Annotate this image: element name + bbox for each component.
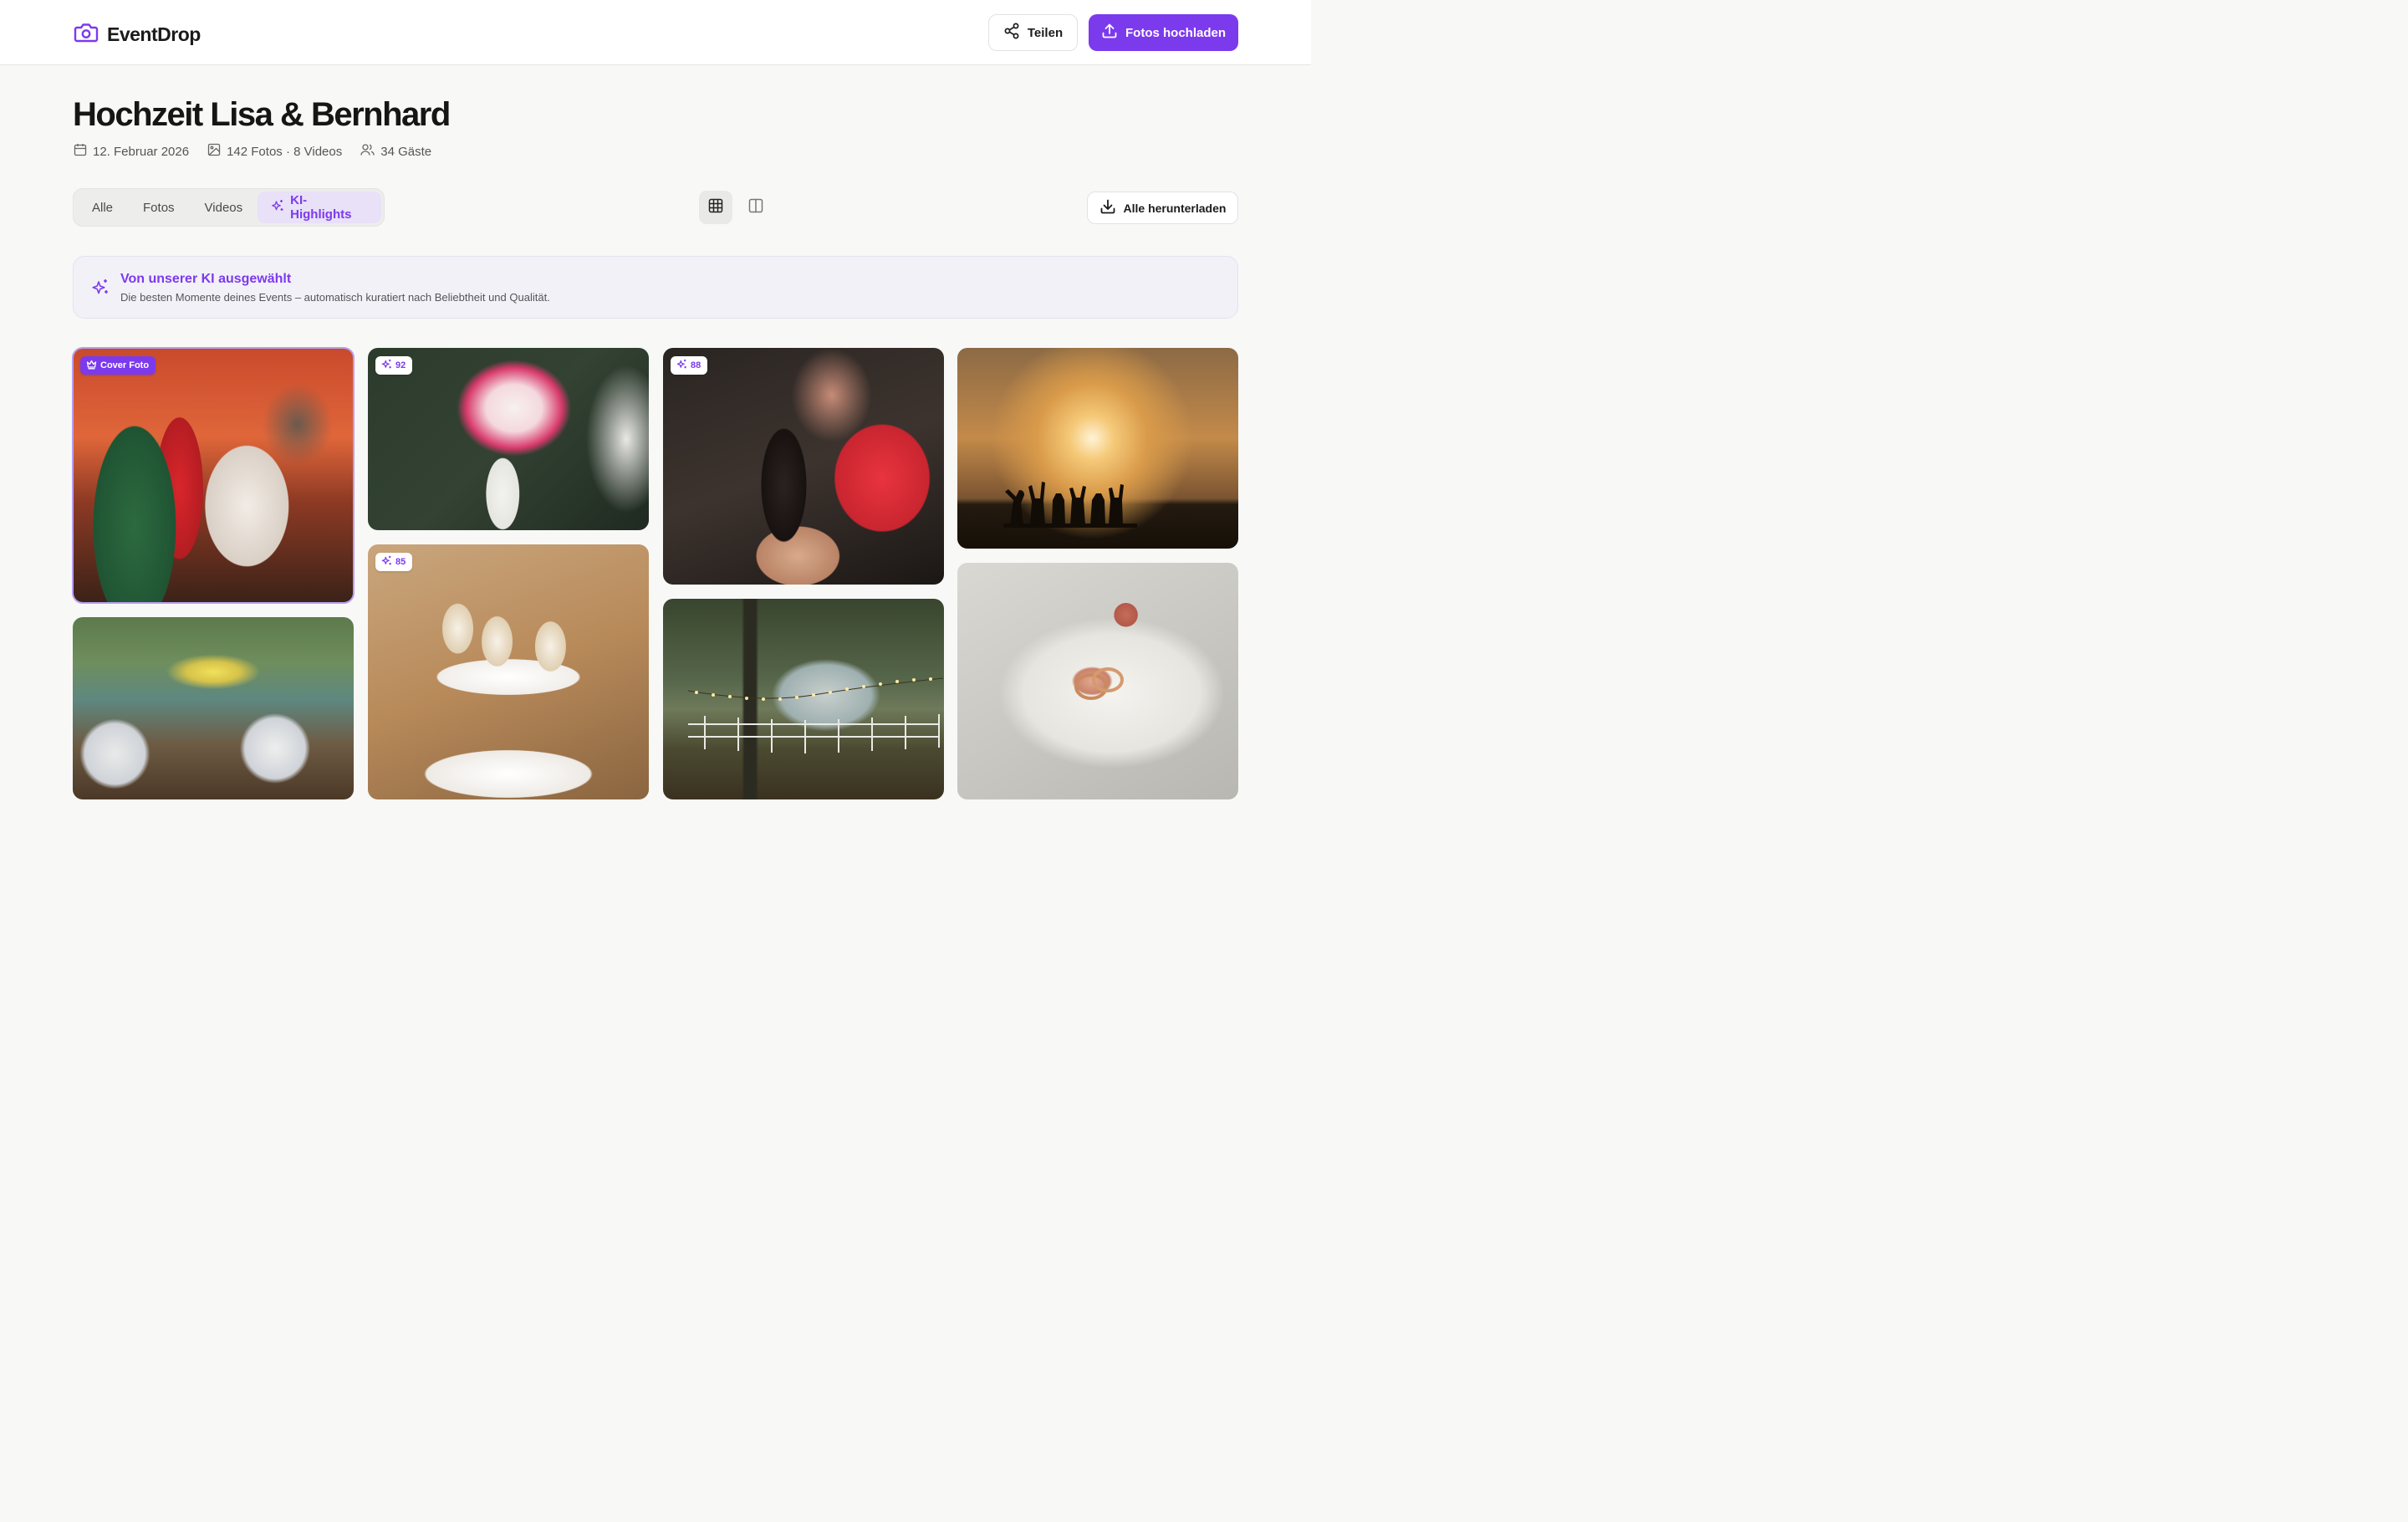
share-icon — [1003, 23, 1020, 43]
columns-icon — [748, 198, 763, 217]
ai-score-badge: 85 — [375, 553, 413, 571]
crown-icon — [86, 360, 97, 372]
banner-title: Von unserer KI ausgewählt — [120, 272, 292, 286]
string-lights-image — [688, 677, 944, 753]
download-all-label: Alle herunterladen — [1123, 201, 1227, 215]
photo-card[interactable]: Cover Foto — [72, 347, 355, 604]
event-media-count: 142 Fotos · 8 Videos — [207, 143, 342, 160]
download-icon — [1099, 198, 1116, 217]
columns-view-button[interactable] — [739, 191, 773, 224]
banner-subtitle: Die besten Momente deines Events – autom… — [120, 291, 550, 304]
tab-videos[interactable]: Videos — [190, 192, 258, 223]
ai-score-badge: 92 — [375, 356, 413, 375]
share-label: Teilen — [1027, 25, 1064, 40]
photo-card[interactable] — [663, 599, 944, 799]
photo-card[interactable]: 92 — [368, 348, 649, 530]
upload-icon — [1101, 23, 1118, 43]
tab-fotos[interactable]: Fotos — [128, 192, 190, 223]
sparkles-icon — [91, 278, 110, 302]
sparkles-icon — [676, 359, 687, 372]
tab-label: KI-Highlights — [290, 193, 352, 222]
users-icon — [360, 143, 375, 160]
share-button[interactable]: Teilen — [988, 14, 1078, 51]
tab-label: Fotos — [143, 200, 175, 215]
badge-label: 85 — [395, 557, 406, 567]
event-guests-text: 34 Gäste — [380, 144, 432, 159]
tab-label: Alle — [92, 200, 114, 215]
event-guests: 34 Gäste — [360, 143, 431, 160]
badge-label: 92 — [395, 360, 406, 370]
rings-image — [1074, 667, 1124, 700]
filter-tabs: Alle Fotos Videos KI-Highlights — [73, 188, 385, 227]
event-date-text: 12. Februar 2026 — [93, 144, 190, 159]
calendar-icon — [74, 143, 87, 160]
camera-icon — [74, 21, 99, 49]
sparkles-icon — [381, 359, 392, 372]
badge-label: 88 — [691, 360, 701, 370]
upload-label: Fotos hochladen — [1125, 25, 1226, 40]
download-all-button[interactable]: Alle herunterladen — [1087, 192, 1238, 224]
event-meta: 12. Februar 2026 142 Fotos · 8 Videos 34… — [74, 143, 450, 160]
image-icon — [207, 143, 221, 160]
sparkles-icon — [271, 199, 284, 216]
event-media-count-text: 142 Fotos · 8 Videos — [227, 144, 343, 159]
photo-card[interactable]: 85 — [368, 544, 649, 799]
view-toggle — [699, 191, 773, 224]
ai-score-badge: 88 — [671, 356, 708, 375]
tab-alle[interactable]: Alle — [76, 192, 128, 223]
upload-photos-button[interactable]: Fotos hochladen — [1089, 14, 1238, 51]
page-title: Hochzeit Lisa & Bernhard — [73, 96, 451, 133]
top-bar: EventDrop Teilen Fotos hochladen — [0, 0, 1311, 65]
ai-highlights-banner: Von unserer KI ausgewählt Die besten Mom… — [73, 256, 1238, 319]
silhouettes-image — [1003, 482, 1137, 528]
brand[interactable]: EventDrop — [74, 21, 201, 49]
brand-name: EventDrop — [107, 23, 201, 45]
photo-card[interactable] — [957, 563, 1238, 799]
sparkles-icon — [381, 555, 392, 569]
photo-card[interactable]: 88 — [663, 348, 944, 585]
tab-label: Videos — [204, 200, 243, 215]
badge-label: Cover Foto — [100, 360, 150, 370]
cover-photo-badge: Cover Foto — [80, 356, 156, 375]
grid-view-button[interactable] — [699, 191, 732, 224]
grid-icon — [708, 198, 723, 217]
event-date: 12. Februar 2026 — [74, 143, 189, 160]
photo-card[interactable] — [73, 617, 354, 799]
tab-ki-highlights[interactable]: KI-Highlights — [258, 192, 381, 223]
photo-card[interactable] — [957, 348, 1238, 549]
